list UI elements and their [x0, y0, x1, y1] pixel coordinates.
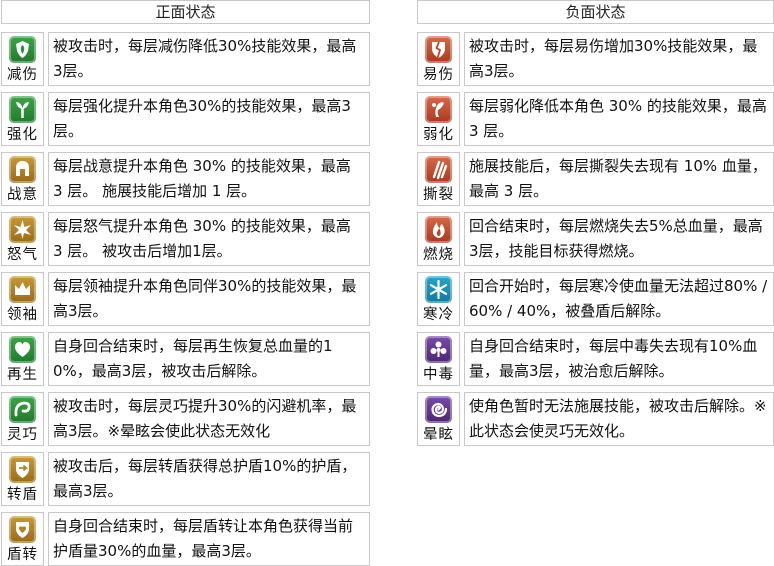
status-description: 被攻击后，每层转盾获得总护盾10%的护盾，最高3层。 — [48, 452, 370, 506]
status-name: 领袖 — [7, 307, 38, 323]
spiral-icon — [425, 396, 452, 423]
positive-header: 正面状态 — [1, 0, 370, 24]
status-description: 被攻击时，每层灵巧提升30%的闪避机率，最高3层。※晕眩会使此状态无效化 — [48, 392, 370, 446]
heart-icon — [9, 336, 36, 363]
status-row-stun: 晕眩 使角色暂时无法施展技能，被攻击后解除。※此状态会使灵巧无效化。 — [417, 392, 774, 446]
status-row-shield-convert: 转盾 被攻击后，每层转盾获得总护盾10%的护盾，最高3层。 — [1, 452, 370, 506]
status-description: 使角色暂时无法施展技能，被攻击后解除。※此状态会使灵巧无效化。 — [464, 392, 774, 446]
status-description: 每层怒气提升本角色 30% 的技能效果，最高 3 层。 被攻击后增加1层。 — [48, 212, 370, 266]
status-row-poison: 中毒 自身回合结束时，每层中毒失去现有10%血量，最高3层，被治愈后解除。 — [417, 332, 774, 386]
status-description: 被攻击时，每层易伤增加30%技能效果，最高3层。 — [464, 32, 774, 86]
crown-icon — [9, 276, 36, 303]
status-row-tear: 撕裂 施展技能后，每层撕裂失去现有 10% 血量，最高 3 层。 — [417, 152, 774, 206]
status-description: 每层战意提升本角色 30% 的技能效果，最高 3 层。 施展技能后增加 1 层。 — [48, 152, 370, 206]
status-description: 自身回合结束时，每层盾转让本角色获得当前护盾量30%的血量，最高3层。 — [48, 512, 370, 566]
claw-icon — [425, 156, 452, 183]
status-name: 战意 — [7, 187, 38, 203]
leaf-shield-icon — [9, 36, 36, 63]
status-row-reduce-damage: 减伤 被攻击时，每层减伤降低30%技能效果，最高3层。 — [1, 32, 370, 86]
status-description: 回合开始时，每层寒冷使血量无法超过80% / 60% / 40%，被叠盾后解除。 — [464, 272, 774, 326]
status-name: 减伤 — [7, 67, 38, 83]
snowflake-icon — [425, 276, 452, 303]
sprout-icon — [9, 96, 36, 123]
status-name: 怒气 — [7, 247, 38, 263]
status-row-regenerate: 再生 自身回合结束时，每层再生恢复总血量的10%，最高3层，被攻击后解除。 — [1, 332, 370, 386]
status-name: 撕裂 — [423, 187, 454, 203]
helmet-icon — [9, 156, 36, 183]
status-description: 自身回合结束时，每层中毒失去现有10%血量，最高3层，被治愈后解除。 — [464, 332, 774, 386]
status-name: 寒冷 — [423, 307, 454, 323]
shield-arrow-icon — [9, 456, 36, 483]
status-description: 自身回合结束时，每层再生恢复总血量的10%，最高3层，被攻击后解除。 — [48, 332, 370, 386]
poison-icon — [425, 336, 452, 363]
broken-shield-icon — [425, 36, 452, 63]
status-row-rage: 怒气 每层怒气提升本角色 30% 的技能效果，最高 3 层。 被攻击后增加1层。 — [1, 212, 370, 266]
status-row-fighting-spirit: 战意 每层战意提升本角色 30% 的技能效果，最高 3 层。 施展技能后增加 1… — [1, 152, 370, 206]
shield-heart-icon — [9, 516, 36, 543]
status-name: 转盾 — [7, 487, 38, 503]
burst-icon — [9, 216, 36, 243]
status-name: 易伤 — [423, 67, 454, 83]
status-name: 燃烧 — [423, 247, 454, 263]
negative-header: 负面状态 — [417, 0, 774, 24]
status-name: 灵巧 — [7, 427, 38, 443]
status-row-weaken: 弱化 每层弱化降低本角色 30% 的技能效果，最高 3 层。 — [417, 92, 774, 146]
status-name: 强化 — [7, 127, 38, 143]
flame-icon — [425, 216, 452, 243]
status-name: 中毒 — [423, 367, 454, 383]
negative-column: 负面状态 易伤 被攻击时，每层易伤增加30%技能效果，最高3层。 弱化 每层弱化… — [417, 0, 774, 446]
status-row-empower: 强化 每层强化提升本角色30%的技能效果，最高3层。 — [1, 92, 370, 146]
swirl-icon — [9, 396, 36, 423]
positive-column: 正面状态 减伤 被攻击时，每层减伤降低30%技能效果，最高3层。 强化 每层强化… — [1, 0, 370, 566]
status-row-chill: 寒冷 回合开始时，每层寒冷使血量无法超过80% / 60% / 40%，被叠盾后… — [417, 272, 774, 326]
status-row-burn: 燃烧 回合结束时，每层燃烧失去5%总血量，最高3层，技能目标获得燃烧。 — [417, 212, 774, 266]
status-name: 弱化 — [423, 127, 454, 143]
status-description: 每层领袖提升本角色同伴30%的技能效果，最高3层。 — [48, 272, 370, 326]
status-description: 每层弱化降低本角色 30% 的技能效果，最高 3 层。 — [464, 92, 774, 146]
status-name: 晕眩 — [423, 427, 454, 443]
status-name: 盾转 — [7, 547, 38, 563]
status-row-leader: 领袖 每层领袖提升本角色同伴30%的技能效果，最高3层。 — [1, 272, 370, 326]
wither-icon — [425, 96, 452, 123]
status-description: 被攻击时，每层减伤降低30%技能效果，最高3层。 — [48, 32, 370, 86]
status-description: 回合结束时，每层燃烧失去5%总血量，最高3层，技能目标获得燃烧。 — [464, 212, 774, 266]
status-row-vulnerable: 易伤 被攻击时，每层易伤增加30%技能效果，最高3层。 — [417, 32, 774, 86]
status-name: 再生 — [7, 367, 38, 383]
status-description: 每层强化提升本角色30%的技能效果，最高3层。 — [48, 92, 370, 146]
status-row-agility: 灵巧 被攻击时，每层灵巧提升30%的闪避机率，最高3层。※晕眩会使此状态无效化 — [1, 392, 370, 446]
status-description: 施展技能后，每层撕裂失去现有 10% 血量，最高 3 层。 — [464, 152, 774, 206]
status-row-shield-transfer: 盾转 自身回合结束时，每层盾转让本角色获得当前护盾量30%的血量，最高3层。 — [1, 512, 370, 566]
